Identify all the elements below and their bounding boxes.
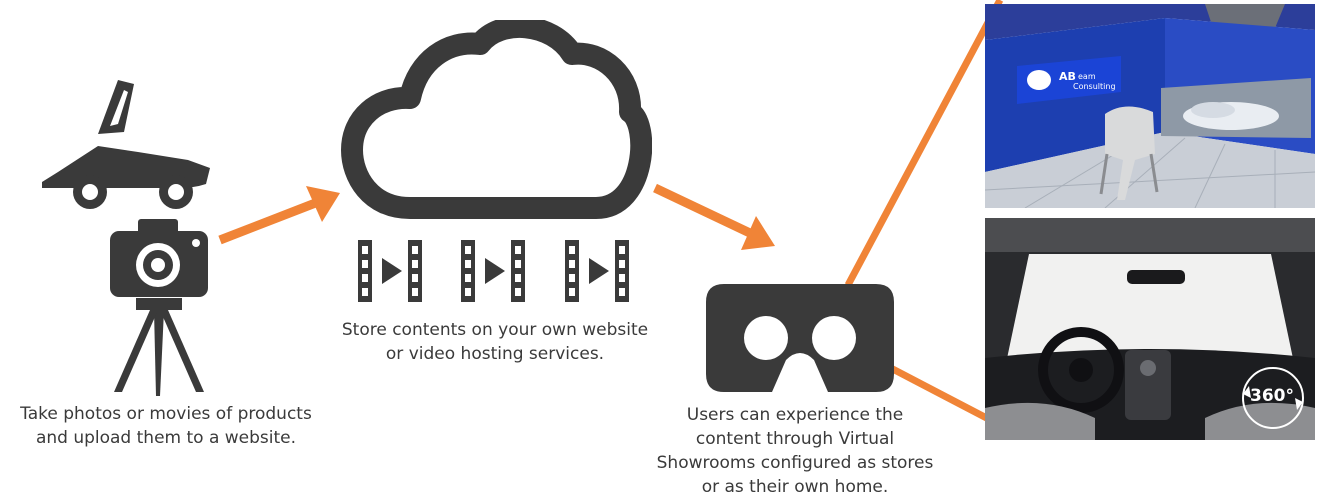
showroom-logo-sub-1: eam <box>1078 72 1096 81</box>
badge-360: 360° <box>1250 386 1294 406</box>
film-strip-icon <box>358 240 422 302</box>
tripod-icon <box>114 298 204 396</box>
line-vr-to-showroom <box>844 0 1004 287</box>
camera-icon <box>110 219 208 297</box>
store-caption: Store contents on your own website or vi… <box>341 320 649 364</box>
cloud-icon <box>341 20 652 219</box>
virtual-showroom-photo: AB eam Consulting <box>985 4 1315 208</box>
capture-caption: Take photos or movies of products and up… <box>20 404 312 448</box>
arrow-capture-to-cloud <box>218 197 320 245</box>
sports-car-icon <box>42 80 210 209</box>
film-strip-icon <box>565 240 629 302</box>
car-interior-360-photo: 360° <box>985 218 1315 440</box>
vr-headset-icon <box>706 284 894 392</box>
arrow-cloud-to-vr <box>653 183 754 239</box>
film-strip-icon <box>461 240 525 302</box>
experience-caption: Users can experience the content through… <box>656 405 934 497</box>
showroom-logo-sub-2: Consulting <box>1073 82 1116 91</box>
